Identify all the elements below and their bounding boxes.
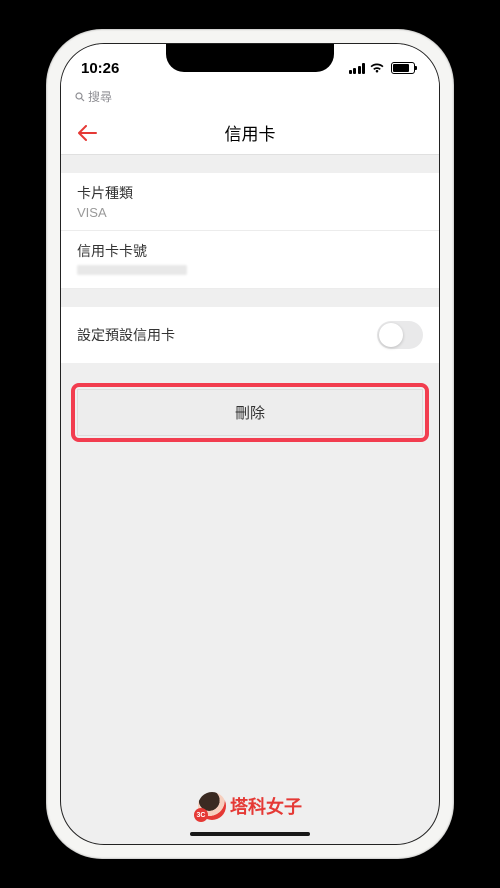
page-title: 信用卡 [61,120,439,145]
card-number-row: 信用卡卡號 [61,231,439,289]
search-label: 搜尋 [88,88,112,105]
default-card-row: 設定預設信用卡 [61,307,439,363]
search-icon [75,92,85,102]
signal-icon [349,63,366,74]
battery-icon [391,62,415,74]
wifi-icon [369,62,385,74]
delete-highlight: 刪除 [71,383,429,442]
search-breadcrumb[interactable]: 搜尋 [61,88,439,111]
masked-number [77,265,187,275]
content: 卡片種類 VISA 信用卡卡號 設定預設信用卡 刪除 [61,155,439,442]
back-button[interactable] [73,118,103,148]
status-time: 10:26 [81,60,119,77]
nav-header: 信用卡 [61,111,439,155]
card-type-label: 卡片種類 [77,183,423,203]
card-type-value: VISA [77,205,423,220]
notch [166,44,334,72]
watermark: 3C 塔科女子 [198,792,302,820]
card-info: 卡片種類 VISA 信用卡卡號 [61,173,439,289]
phone-frame: 10:26 搜尋 [46,29,454,859]
toggle-knob [379,323,403,347]
card-number-value [77,263,423,278]
default-card-toggle[interactable] [377,321,423,349]
card-type-row: 卡片種類 VISA [61,173,439,231]
arrow-left-icon [78,125,98,141]
phone-screen: 10:26 搜尋 [60,43,440,845]
home-indicator[interactable] [190,832,310,836]
delete-button[interactable]: 刪除 [77,389,423,436]
watermark-badge: 3C [194,808,208,822]
default-card-label: 設定預設信用卡 [77,325,175,345]
watermark-text: 塔科女子 [230,793,302,819]
card-number-label: 信用卡卡號 [77,241,423,261]
status-indicators [349,62,416,74]
watermark-avatar: 3C [198,792,226,820]
